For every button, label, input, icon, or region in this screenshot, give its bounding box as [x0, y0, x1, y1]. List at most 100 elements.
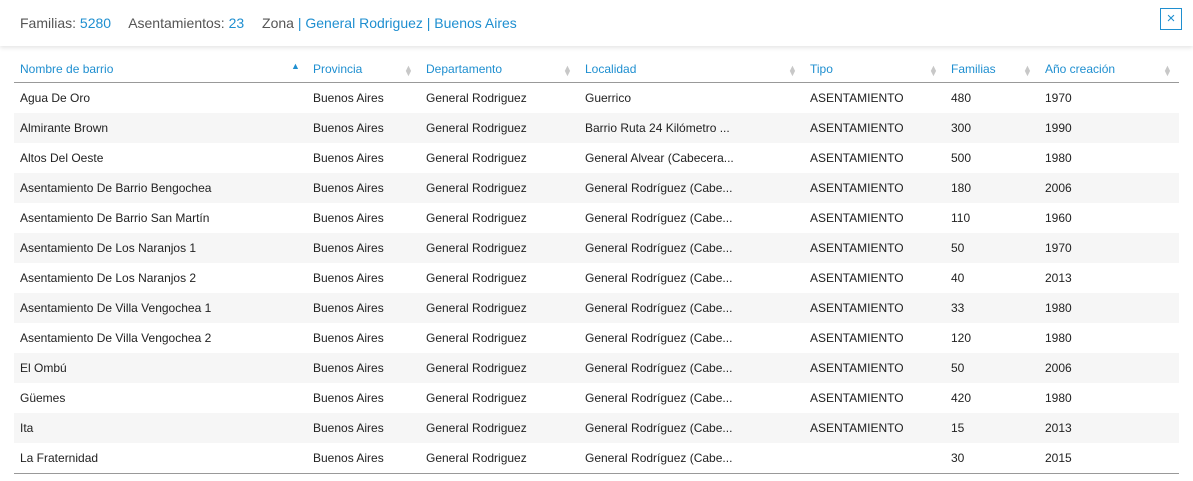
cell-departamento: General Rodriguez	[420, 353, 579, 383]
table-row[interactable]: Asentamiento De Barrio San Martín Buenos …	[14, 203, 1179, 233]
table-row[interactable]: Altos Del Oeste Buenos Aires General Rodri…	[14, 143, 1179, 173]
cell-localidad: General Rodríguez (Cabe...	[585, 391, 733, 405]
cell-localidad: Guerrico	[585, 91, 632, 105]
column-header-localidad[interactable]: Localidad ▲ ▼	[579, 56, 804, 83]
cell-tipo: ASENTAMIENTO	[804, 413, 945, 443]
cell-localidad: General Rodríguez (Cabe...	[579, 413, 804, 443]
cell-nombre-de-barrio: La Fraternidad	[14, 443, 307, 474]
column-header-ano-creacion[interactable]: Año creación ▲ ▼	[1039, 56, 1179, 83]
sort-icon: ▲ ▼	[788, 63, 797, 78]
close-icon: ×	[1166, 10, 1176, 27]
column-header-tipo[interactable]: Tipo ▲ ▼	[804, 56, 945, 83]
cell-departamento: General Rodriguez	[426, 211, 527, 225]
cell-departamento: General Rodriguez	[420, 233, 579, 263]
cell-familias: 33	[945, 293, 1039, 323]
cell-departamento: General Rodriguez	[426, 331, 527, 345]
cell-provincia: Buenos Aires	[307, 443, 420, 474]
cell-provincia: Buenos Aires	[307, 113, 420, 143]
column-header-label: Provincia	[313, 62, 363, 76]
cell-localidad: General Rodríguez (Cabe...	[585, 211, 733, 225]
column-header-label: Nombre de barrio	[20, 62, 114, 76]
zona-value: | General Rodriguez | Buenos Aires	[297, 15, 517, 31]
cell-provincia: Buenos Aires	[313, 211, 384, 225]
cell-nombre-de-barrio: El Ombú	[14, 353, 307, 383]
cell-departamento: General Rodriguez	[420, 113, 579, 143]
cell-provincia: Buenos Aires	[307, 353, 420, 383]
cell-tipo: ASENTAMIENTO	[810, 151, 904, 165]
cell-provincia: Buenos Aires	[313, 391, 384, 405]
cell-departamento: General Rodriguez	[426, 91, 527, 105]
cell-departamento: General Rodriguez	[420, 443, 579, 474]
cell-localidad: General Rodríguez (Cabe...	[585, 271, 733, 285]
cell-departamento: General Rodriguez	[420, 413, 579, 443]
table-row[interactable]: Almirante Brown Buenos Aires General Rodri…	[14, 113, 1179, 143]
cell-tipo: ASENTAMIENTO	[804, 173, 945, 203]
sort-icon: ▲ ▼	[563, 63, 572, 78]
column-header-departamento[interactable]: Departamento ▲ ▼	[420, 56, 579, 83]
cell-ano-creacion: 1980	[1039, 293, 1179, 323]
familias-count: 5280	[79, 15, 112, 31]
table-row[interactable]: Asentamiento De Barrio Bengochea Buenos A…	[14, 173, 1179, 203]
table-row[interactable]: Ita Buenos Aires General Rodriguez General …	[14, 413, 1179, 443]
cell-ano-creacion: 1980	[1045, 151, 1072, 165]
cell-ano-creacion: 2006	[1039, 173, 1179, 203]
cell-ano-creacion: 1970	[1039, 233, 1179, 263]
cell-localidad: General Rodríguez (Cabe...	[579, 173, 804, 203]
cell-ano-creacion: 2015	[1039, 443, 1179, 474]
cell-tipo: ASENTAMIENTO	[810, 331, 904, 345]
cell-familias: 110	[951, 211, 971, 225]
cell-departamento: General Rodriguez	[426, 271, 527, 285]
table-row[interactable]: El Ombú Buenos Aires General Rodriguez Gene…	[14, 353, 1179, 383]
column-header-label: Localidad	[585, 62, 637, 76]
cell-provincia: Buenos Aires	[313, 271, 384, 285]
cell-nombre-de-barrio: Asentamiento De Barrio Bengochea	[14, 173, 307, 203]
cell-localidad: General Rodríguez (Cabe...	[579, 443, 804, 474]
cell-familias: 30	[945, 443, 1039, 474]
table-row[interactable]: Asentamiento De Villa Vengochea 1 Buenos …	[14, 293, 1179, 323]
cell-provincia: Buenos Aires	[313, 151, 384, 165]
cell-familias: 50	[945, 233, 1039, 263]
cell-localidad: General Alvear (Cabecera...	[585, 151, 734, 165]
cell-localidad: General Rodríguez (Cabe...	[579, 233, 804, 263]
cell-departamento: General Rodriguez	[420, 293, 579, 323]
cell-tipo: ASENTAMIENTO	[810, 91, 904, 105]
cell-provincia: Buenos Aires	[307, 173, 420, 203]
summary-content: Familias: 5280 Asentamientos: 23 Zona | …	[20, 0, 517, 46]
table-row[interactable]: La Fraternidad Buenos Aires General Rodrig…	[14, 443, 1179, 474]
cell-departamento: General Rodriguez	[426, 391, 527, 405]
cell-ano-creacion: 1990	[1039, 113, 1179, 143]
table-row[interactable]: Asentamiento De Villa Vengochea 2 Buenos …	[14, 323, 1179, 353]
table-header-row: Nombre de barrio ▲ Provincia ▲ ▼ Departamento…	[14, 56, 1179, 83]
close-button[interactable]: ×	[1160, 8, 1182, 30]
column-header-label: Año creación	[1045, 62, 1116, 76]
cell-nombre-de-barrio: Asentamiento De Los Naranjos 1	[14, 233, 307, 263]
cell-nombre-de-barrio: Asentamiento De Barrio San Martín	[20, 211, 210, 225]
table-row[interactable]: Güemes Buenos Aires General Rodriguez Gener…	[14, 383, 1179, 413]
cell-familias: 120	[951, 331, 972, 345]
cell-departamento: General Rodriguez	[420, 173, 579, 203]
table-row[interactable]: Asentamiento De Los Naranjos 1 Buenos Air…	[14, 233, 1179, 263]
sort-icon: ▲ ▼	[1023, 63, 1032, 78]
cell-provincia: Buenos Aires	[313, 331, 384, 345]
column-header-label: Departamento	[426, 62, 503, 76]
table-row[interactable]: Asentamiento De Los Naranjos 2 Buenos Air…	[14, 263, 1179, 293]
cell-departamento: General Rodriguez	[426, 151, 527, 165]
column-header-provincia[interactable]: Provincia ▲ ▼	[307, 56, 420, 83]
cell-nombre-de-barrio: Ita	[14, 413, 307, 443]
column-header-familias[interactable]: Familias ▲ ▼	[945, 56, 1039, 83]
zona-label: Zona	[262, 15, 294, 31]
settlements-panel: Familias: 5280 Asentamientos: 23 Zona | …	[0, 0, 1193, 481]
cell-familias: 40	[951, 271, 965, 285]
cell-tipo: ASENTAMIENTO	[804, 353, 945, 383]
asentamientos-count: 23	[228, 15, 245, 31]
column-header-nombre-de-barrio[interactable]: Nombre de barrio ▲	[14, 56, 307, 83]
cell-ano-creacion: 2013	[1045, 271, 1072, 285]
cell-familias: 50	[945, 353, 1039, 383]
cell-provincia: Buenos Aires	[313, 91, 384, 105]
cell-nombre-de-barrio: Asentamiento De Villa Vengochea 1	[14, 293, 307, 323]
cell-nombre-de-barrio: Güemes	[20, 391, 66, 405]
table-body: Agua De Oro Buenos Aires General Rodriguez…	[14, 83, 1179, 474]
table-row[interactable]: Agua De Oro Buenos Aires General Rodriguez…	[14, 83, 1179, 114]
cell-ano-creacion: 2006	[1039, 353, 1179, 383]
cell-nombre-de-barrio: Altos Del Oeste	[20, 151, 104, 165]
